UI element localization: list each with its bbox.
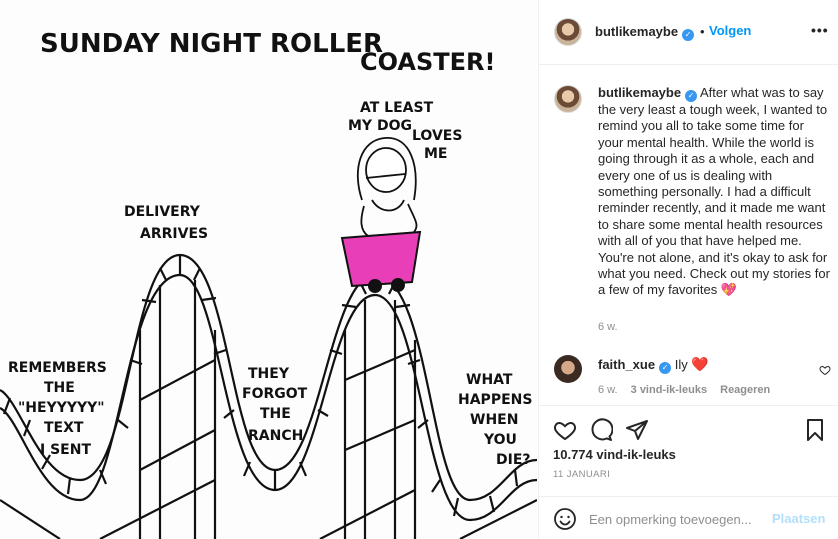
comment-meta: 6 w. 3 vind-ik-leuks Reageren bbox=[598, 384, 780, 396]
more-options-icon[interactable]: ••• bbox=[811, 22, 829, 38]
comment-text: Ily bbox=[674, 357, 688, 372]
roller-coaster-drawing: SUNDAY NIGHT ROLLER COASTER! AT LEAST MY… bbox=[0, 29, 537, 539]
label-die-5: DIE? bbox=[496, 452, 531, 468]
label-dog-3: LOVES bbox=[412, 128, 462, 144]
post-comment-button[interactable]: Plaatsen bbox=[772, 511, 825, 526]
label-delivery-2: ARRIVES bbox=[140, 226, 208, 242]
author-username[interactable]: butlikemaybe ✓ bbox=[595, 24, 695, 41]
caption-username[interactable]: butlikemaybe ✓ bbox=[598, 85, 698, 102]
verified-badge-icon: ✓ bbox=[682, 29, 695, 41]
label-die-1: WHAT bbox=[466, 372, 513, 388]
post-caption: butlikemaybe ✓ After what was to say the … bbox=[598, 85, 830, 299]
coaster-cart bbox=[340, 230, 422, 293]
caption-avatar[interactable] bbox=[554, 85, 582, 113]
label-delivery-1: DELIVERY bbox=[124, 204, 201, 220]
label-ranch-1: THEY bbox=[248, 366, 290, 382]
label-ranch-2: FORGOT bbox=[242, 386, 308, 402]
separator-dot: • bbox=[700, 24, 705, 39]
post-image[interactable]: SUNDAY NIGHT ROLLER COASTER! AT LEAST MY… bbox=[0, 0, 537, 539]
label-remembers-1: REMEMBERS bbox=[8, 360, 107, 376]
label-ranch-4: RANCH bbox=[248, 428, 303, 444]
rider-figure bbox=[356, 137, 418, 237]
label-dog-4: ME bbox=[424, 146, 448, 162]
comment-like-heart-icon[interactable] bbox=[819, 364, 831, 376]
label-remembers-5: I SENT bbox=[40, 442, 91, 458]
comment-bubble-icon[interactable] bbox=[589, 418, 613, 442]
commenter-avatar[interactable] bbox=[554, 355, 582, 383]
verified-badge-icon: ✓ bbox=[685, 90, 698, 102]
comment-body: faith_xue ✓ Ily ❤️ bbox=[598, 356, 709, 374]
label-remembers-2: THE bbox=[44, 380, 75, 396]
label-remembers-3: "HEYYYYY" bbox=[18, 400, 105, 416]
follow-button[interactable]: Volgen bbox=[709, 23, 751, 38]
emoji-smiley-icon[interactable] bbox=[553, 507, 577, 531]
label-ranch-3: THE bbox=[260, 406, 291, 422]
commenter-username[interactable]: faith_xue ✓ bbox=[598, 357, 672, 374]
like-count[interactable]: 10.774 vind-ik-leuks bbox=[553, 447, 676, 462]
label-die-3: WHEN bbox=[470, 412, 518, 428]
label-dog-1: AT LEAST bbox=[360, 100, 434, 116]
label-die-4: YOU bbox=[483, 432, 517, 448]
comment-timestamp[interactable]: 6 w. bbox=[598, 384, 618, 396]
post-date[interactable]: 11 JANUARI bbox=[553, 469, 610, 480]
share-paper-plane-icon[interactable] bbox=[625, 418, 649, 442]
verified-badge-icon: ✓ bbox=[659, 362, 672, 374]
comment-like-count[interactable]: 3 vind-ik-leuks bbox=[631, 384, 707, 396]
reply-button[interactable]: Reageren bbox=[720, 384, 770, 396]
drawing-title-2: COASTER! bbox=[360, 48, 495, 76]
label-dog-2: MY DOG bbox=[348, 118, 412, 134]
save-bookmark-icon[interactable] bbox=[803, 418, 827, 442]
post-actions: 10.774 vind-ik-leuks 11 JANUARI Plaatsen bbox=[539, 405, 838, 539]
label-die-2: HAPPENS bbox=[458, 392, 532, 408]
label-remembers-4: TEXT bbox=[44, 420, 84, 436]
author-avatar[interactable] bbox=[554, 18, 582, 46]
post-header: butlikemaybe ✓ • Volgen ••• bbox=[539, 0, 838, 65]
add-comment-bar: Plaatsen bbox=[539, 496, 838, 539]
red-heart-emoji: ❤️ bbox=[691, 356, 709, 372]
caption-timestamp[interactable]: 6 w. bbox=[598, 321, 618, 333]
like-heart-icon[interactable] bbox=[553, 418, 577, 442]
drawing-title: SUNDAY NIGHT ROLLER bbox=[40, 29, 383, 59]
caption-text: After what was to say the very least a t… bbox=[598, 85, 830, 298]
comment-input[interactable] bbox=[589, 509, 764, 529]
sparkling-heart-emoji: 💖 bbox=[720, 282, 738, 298]
post-sidebar: butlikemaybe ✓ • Volgen ••• butlikemaybe ✓… bbox=[538, 0, 838, 539]
